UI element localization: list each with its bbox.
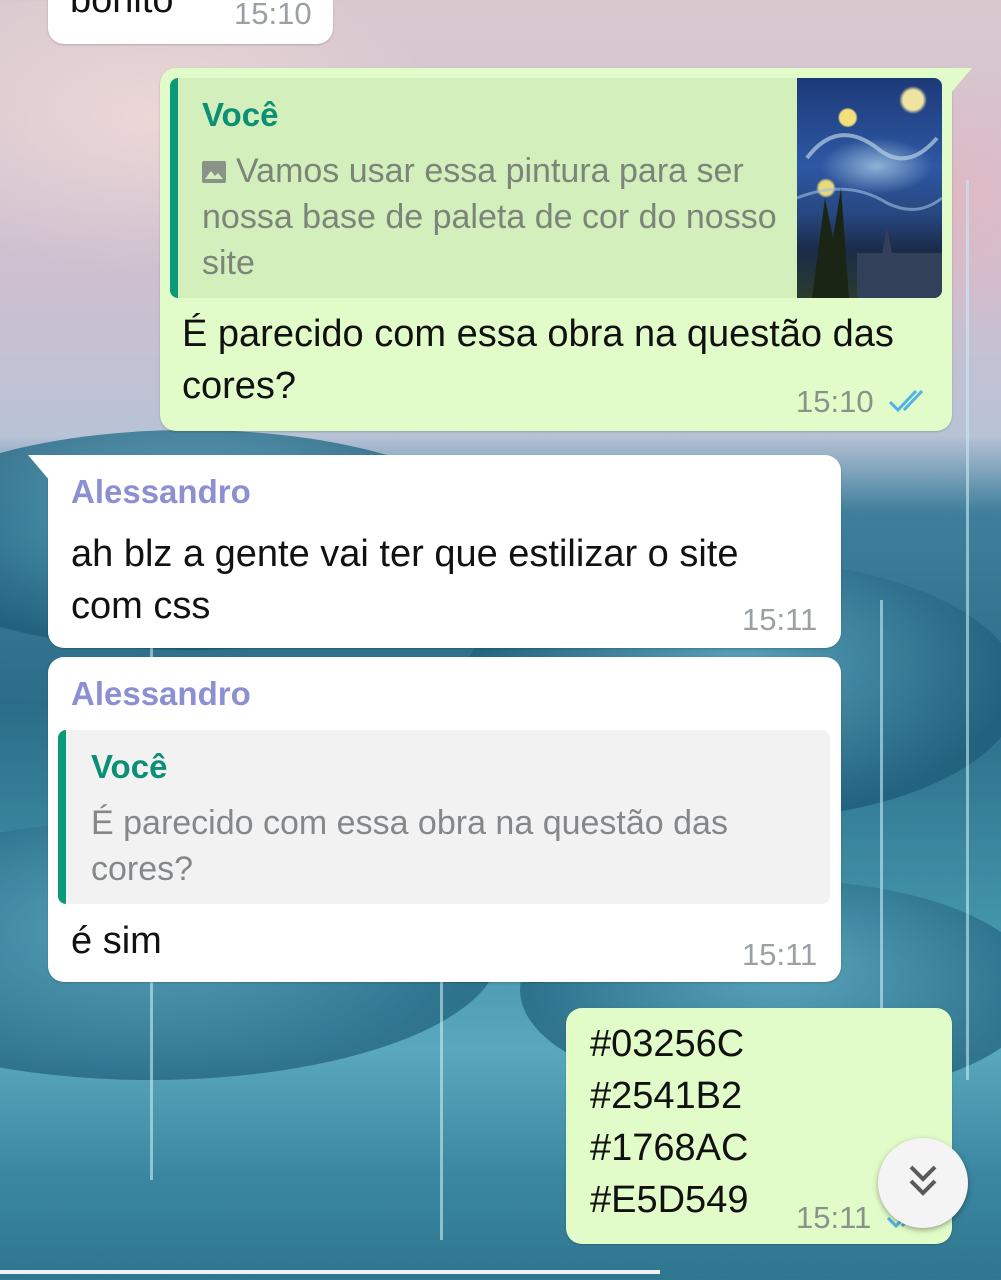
- reply-quote[interactable]: Você Vamos usar essa pintura para ser no…: [170, 78, 942, 298]
- sender-name[interactable]: Alessandro: [71, 473, 251, 511]
- quote-accent-bar: [58, 730, 66, 904]
- color-code-line: #1768AC: [590, 1127, 749, 1169]
- quote-text: Vamos usar essa pintura para ser nossa b…: [202, 148, 782, 286]
- quote-author: Você: [202, 96, 279, 133]
- sender-name[interactable]: Alessandro: [71, 675, 251, 713]
- starry-night-thumbnail[interactable]: [797, 78, 942, 298]
- message-time: 15:10: [796, 384, 874, 419]
- message-time: 15:10: [234, 0, 312, 31]
- chevron-double-down-icon: [903, 1161, 943, 1206]
- color-code-line: #03256C: [590, 1023, 745, 1065]
- scroll-to-bottom-button[interactable]: [878, 1138, 968, 1228]
- message-bubble-incoming[interactable]: Alessandro Você É parecido com essa obra…: [48, 657, 841, 982]
- home-indicator: [0, 1270, 660, 1274]
- message-bubble-incoming[interactable]: Alessandro ah blz a gente vai ter que es…: [28, 455, 841, 648]
- color-code-line: #2541B2: [590, 1075, 743, 1117]
- message-time: 15:11: [742, 937, 818, 972]
- message-text: ah blz a gente vai ter que estilizar o s…: [71, 533, 739, 627]
- read-receipt-icon: [888, 388, 934, 419]
- image-icon: [202, 149, 226, 183]
- message-text: bonito: [70, 0, 174, 21]
- quote-text-content: Vamos usar essa pintura para ser nossa b…: [202, 152, 777, 282]
- message-time: 15:11: [742, 602, 818, 637]
- reply-quote[interactable]: Você É parecido com essa obra na questão…: [58, 730, 830, 904]
- quote-author: Você: [91, 748, 168, 785]
- color-code-line: #E5D549: [590, 1179, 749, 1221]
- message-time: 15:11: [796, 1200, 872, 1235]
- quote-text: É parecido com essa obra na questão das …: [91, 804, 728, 888]
- message-text: é sim: [71, 920, 162, 962]
- message-bubble-outgoing[interactable]: Você Vamos usar essa pintura para ser no…: [160, 68, 972, 431]
- quote-accent-bar: [170, 78, 178, 298]
- message-bubble-incoming[interactable]: bonito 15:10: [48, 0, 333, 44]
